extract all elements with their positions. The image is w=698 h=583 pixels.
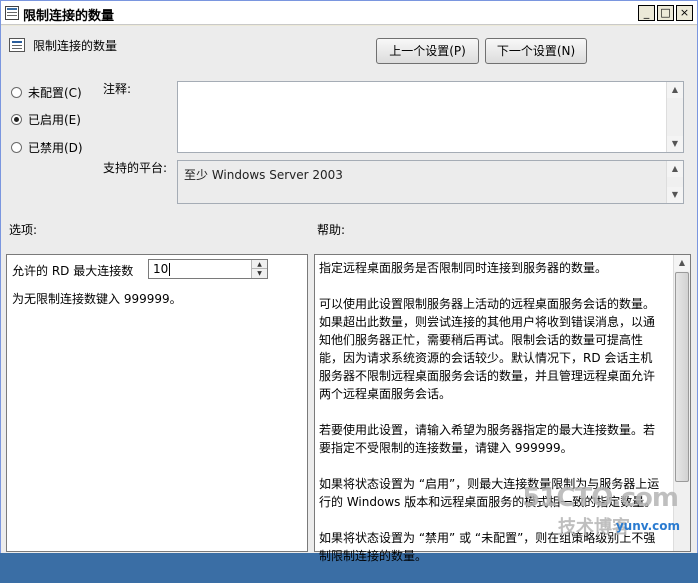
radio-circle[interactable] xyxy=(11,141,22,153)
next-setting-button[interactable]: 下一个设置(N) xyxy=(485,38,587,64)
help-label: 帮助: xyxy=(317,223,346,237)
watermark-site: yunv.com xyxy=(615,519,680,533)
help-panel: 指定远程桌面服务是否限制同时连接到服务器的数量。 可以使用此设置限制服务器上活动… xyxy=(314,254,691,563)
max-connections-value: 10 xyxy=(153,262,169,276)
policy-title: 限制连接的数量 xyxy=(33,39,118,53)
text-caret xyxy=(169,263,170,276)
radio-disabled[interactable]: 已禁用(D) xyxy=(11,138,83,156)
platform-scrollbar[interactable]: ▲ ▼ xyxy=(666,161,683,203)
title-bar[interactable]: 限制连接的数量 _ □ × xyxy=(1,1,697,25)
close-button[interactable]: × xyxy=(676,5,693,21)
scroll-up-arrow-icon[interactable]: ▲ xyxy=(674,255,690,271)
maximize-button[interactable]: □ xyxy=(657,5,674,21)
scroll-down-arrow-icon[interactable]: ▼ xyxy=(667,187,683,203)
spin-buttons[interactable]: ▲ ▼ xyxy=(251,260,267,278)
radio-circle[interactable] xyxy=(11,86,22,98)
comment-textarea[interactable]: ▲ ▼ xyxy=(177,81,684,153)
max-connections-spinbox[interactable]: 10 ▲ ▼ xyxy=(148,259,268,279)
platform-field: 至少 Windows Server 2003 ▲ ▼ xyxy=(177,160,684,204)
max-connections-label: 允许的 RD 最大连接数 xyxy=(12,264,134,278)
unlimited-hint: 为无限制连接数键入 999999。 xyxy=(12,292,182,306)
platform-value: 至少 Windows Server 2003 xyxy=(184,168,343,182)
comment-scrollbar[interactable]: ▲ ▼ xyxy=(666,82,683,152)
dialog-body: 限制连接的数量 上一个设置(P) 下一个设置(N) 未配置(C) 已启用(E) … xyxy=(1,26,697,563)
previous-setting-button[interactable]: 上一个设置(P) xyxy=(376,38,479,64)
window-title: 限制连接的数量 xyxy=(23,9,115,24)
spin-down-icon[interactable]: ▼ xyxy=(252,269,267,278)
radio-label: 已禁用(D) xyxy=(28,140,83,155)
watermark-51cto: 51CTO.com xyxy=(522,483,679,513)
radio-circle[interactable] xyxy=(11,113,22,125)
setting-icon xyxy=(9,38,25,52)
radio-not-configured[interactable]: 未配置(C) xyxy=(11,83,82,101)
scroll-up-arrow-icon[interactable]: ▲ xyxy=(667,161,683,177)
minimize-button[interactable]: _ xyxy=(638,5,655,21)
help-paragraph: 若要使用此设置，请输入希望为服务器指定的最大连接数量。若要指定不受限制的连接数量… xyxy=(319,423,656,455)
radio-enabled[interactable]: 已启用(E) xyxy=(11,110,81,128)
scroll-up-arrow-icon[interactable]: ▲ xyxy=(667,82,683,98)
options-panel: 允许的 RD 最大连接数 10 ▲ ▼ 为无限制连接数键入 999999。 xyxy=(6,254,308,552)
scroll-thumb[interactable] xyxy=(675,272,689,482)
platform-label: 支持的平台: xyxy=(103,161,168,175)
scroll-down-arrow-icon[interactable]: ▼ xyxy=(667,136,683,152)
options-label: 选项: xyxy=(9,223,38,237)
radio-label: 已启用(E) xyxy=(28,112,81,127)
watermark: 51CTO.com 技术博客 yunv.com xyxy=(522,483,684,547)
help-paragraph: 可以使用此设置限制服务器上活动的远程桌面服务会话的数量。如果超出此数量，则尝试连… xyxy=(319,297,656,401)
policy-editor-window: 限制连接的数量 _ □ × 限制连接的数量 上一个设置(P) 下一个设置(N) … xyxy=(0,0,698,563)
spin-up-icon[interactable]: ▲ xyxy=(252,260,267,269)
radio-label: 未配置(C) xyxy=(28,85,82,100)
policy-icon xyxy=(5,6,19,20)
help-paragraph: 指定远程桌面服务是否限制同时连接到服务器的数量。 xyxy=(319,261,608,275)
comment-label: 注释: xyxy=(103,82,132,96)
